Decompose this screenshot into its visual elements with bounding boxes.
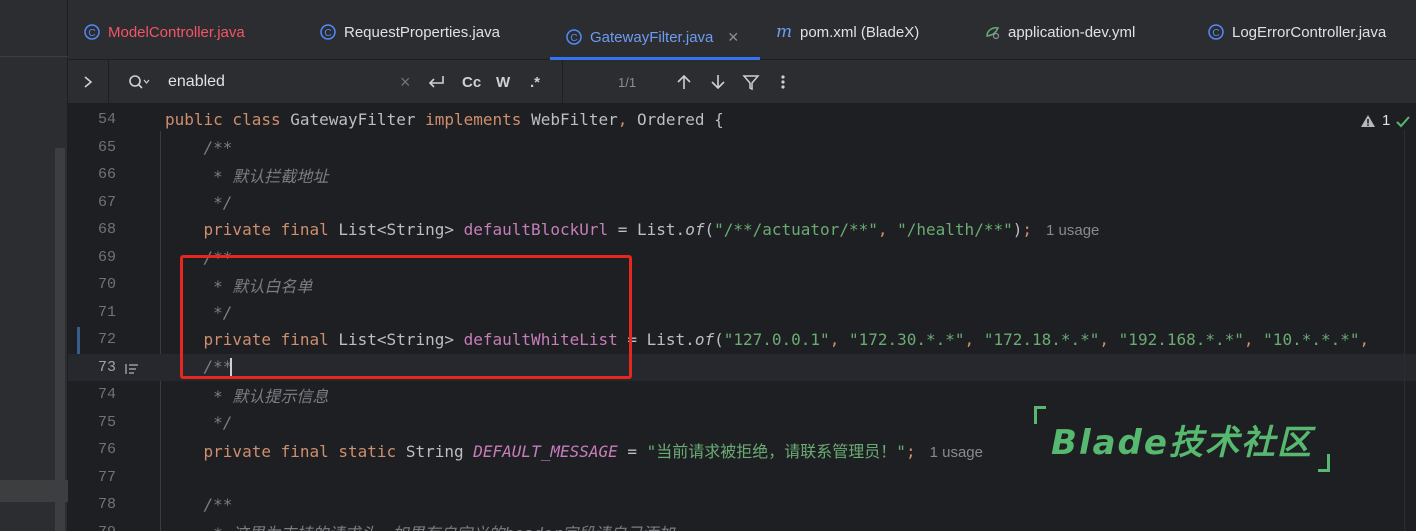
line-number[interactable]: 70 (68, 276, 116, 293)
project-panel-strip (0, 0, 68, 531)
line-number[interactable]: 68 (68, 221, 116, 238)
code-text[interactable]: public class GatewayFilter implements We… (165, 110, 724, 129)
code-line[interactable]: 67 */ (68, 189, 1416, 217)
watermark-text: Blade技术社区 (1051, 422, 1313, 463)
filter-icon[interactable] (742, 60, 760, 104)
code-text[interactable]: */ (165, 303, 232, 322)
svg-text:C: C (88, 28, 95, 39)
text-caret (230, 357, 233, 378)
code-text[interactable]: private final List<String> defaultWhiteL… (165, 330, 1370, 349)
panel-divider (0, 56, 68, 57)
code-line[interactable]: 73 /** (68, 353, 1416, 381)
divider (108, 60, 109, 104)
expand-replace-chevron-icon[interactable] (82, 60, 94, 104)
tab-gateway-filter[interactable]: C GatewayFilter.java ✕ (550, 0, 760, 60)
code-line[interactable]: 69 /** (68, 244, 1416, 272)
line-number[interactable]: 72 (68, 331, 116, 348)
code-text[interactable]: */ (165, 413, 232, 432)
line-number[interactable]: 67 (68, 194, 116, 211)
code-line[interactable]: 70 * 默认白名单 (68, 271, 1416, 299)
maven-icon: m (776, 24, 792, 40)
code-line[interactable]: 66 * 默认拦截地址 (68, 161, 1416, 189)
code-line[interactable]: 65 /** (68, 134, 1416, 162)
warning-icon (1361, 114, 1375, 127)
code-text[interactable]: /** (165, 138, 233, 157)
editor-scrollbar[interactable] (1404, 130, 1412, 531)
line-number[interactable]: 77 (68, 469, 116, 486)
code-text[interactable]: /** (165, 495, 233, 514)
editor-tab-bar: C ModelController.java C RequestProperti… (68, 0, 1416, 60)
line-number[interactable]: 76 (68, 441, 116, 458)
svg-text:C: C (570, 33, 577, 44)
svg-text:C: C (324, 28, 331, 39)
code-text[interactable]: * 默认提示信息 (165, 383, 328, 407)
tab-label: ModelController.java (108, 23, 245, 41)
code-text[interactable]: * 这里为支持的请求头，如果有自定义的header字段请自己添加 (165, 520, 674, 531)
warning-count: 1 (1382, 112, 1391, 129)
class-icon: C (320, 24, 336, 40)
line-number[interactable]: 73 (68, 359, 116, 376)
tab-label: GatewayFilter.java (590, 28, 714, 46)
match-case-toggle[interactable]: Cc (462, 60, 481, 104)
line-number[interactable]: 65 (68, 139, 116, 156)
code-text[interactable]: */ (165, 193, 232, 212)
tab-application-dev-yml[interactable]: application-dev.yml (984, 14, 1135, 50)
class-icon: C (566, 29, 582, 45)
watermark: Blade技术社区 (1034, 406, 1330, 472)
search-history-icon[interactable] (128, 60, 150, 104)
line-number[interactable]: 69 (68, 249, 116, 266)
next-occurrence-icon[interactable] (710, 60, 726, 104)
line-number[interactable]: 78 (68, 496, 116, 513)
code-line[interactable]: 72 private final List<String> defaultWhi… (68, 326, 1416, 354)
code-text[interactable]: /** (165, 248, 233, 267)
code-text[interactable]: private final List<String> defaultBlockU… (165, 220, 1100, 239)
panel-scrollbar[interactable] (55, 148, 65, 531)
tab-label: RequestProperties.java (344, 23, 500, 41)
clear-search-icon[interactable]: × (400, 60, 411, 104)
more-options-icon[interactable] (780, 60, 786, 104)
watermark-bracket (1034, 406, 1046, 424)
new-line-icon[interactable] (426, 60, 446, 104)
code-line[interactable]: 68 private final List<String> defaultBlo… (68, 216, 1416, 244)
code-text[interactable]: * 默认拦截地址 (165, 163, 328, 187)
code-line[interactable]: 71 */ (68, 299, 1416, 327)
tab-pom-xml[interactable]: m pom.xml (BladeX) (776, 14, 919, 50)
close-icon[interactable]: ✕ (727, 29, 739, 46)
divider (562, 60, 563, 104)
line-number[interactable]: 54 (68, 111, 116, 128)
regex-toggle[interactable]: .* (530, 60, 540, 104)
line-number[interactable]: 74 (68, 386, 116, 403)
yaml-icon (984, 24, 1000, 40)
line-number[interactable]: 79 (68, 524, 116, 531)
code-line[interactable]: 79 * 这里为支持的请求头，如果有自定义的header字段请自己添加 (68, 519, 1416, 531)
previous-occurrence-icon[interactable] (676, 60, 692, 104)
line-number[interactable]: 71 (68, 304, 116, 321)
code-text[interactable]: * 默认白名单 (165, 273, 312, 297)
find-bar: enabled × Cc W .* 1/1 (68, 60, 1416, 104)
code-line[interactable]: 54 public class GatewayFilter implements … (68, 106, 1416, 134)
doc-comment-icon[interactable] (124, 361, 140, 380)
tab-label: LogErrorController.java (1232, 23, 1387, 41)
check-icon (1396, 115, 1411, 127)
match-count: 1/1 (618, 74, 637, 90)
inspection-widget[interactable]: 1 (1360, 112, 1411, 129)
code-line[interactable]: 74 * 默认提示信息 (68, 381, 1416, 409)
whole-words-toggle[interactable]: W (496, 60, 510, 104)
watermark-bracket (1318, 454, 1330, 472)
line-number[interactable]: 75 (68, 414, 116, 431)
svg-text:C: C (1212, 28, 1219, 39)
search-input[interactable]: enabled (168, 60, 225, 104)
tab-model-controller[interactable]: C ModelController.java (84, 14, 245, 50)
code-line[interactable]: 78 /** (68, 491, 1416, 519)
tab-label: application-dev.yml (1008, 23, 1136, 41)
class-icon: C (1208, 24, 1224, 40)
line-number[interactable]: 66 (68, 166, 116, 183)
code-text[interactable]: /** (165, 357, 233, 378)
tab-log-error-controller[interactable]: C LogErrorController.java (1208, 14, 1386, 50)
svg-text:m: m (776, 24, 792, 40)
tab-label: pom.xml (BladeX) (800, 23, 920, 41)
tab-request-properties[interactable]: C RequestProperties.java (320, 14, 500, 50)
class-icon: C (84, 24, 100, 40)
code-text[interactable]: private final static String DEFAULT_MESS… (165, 438, 983, 462)
